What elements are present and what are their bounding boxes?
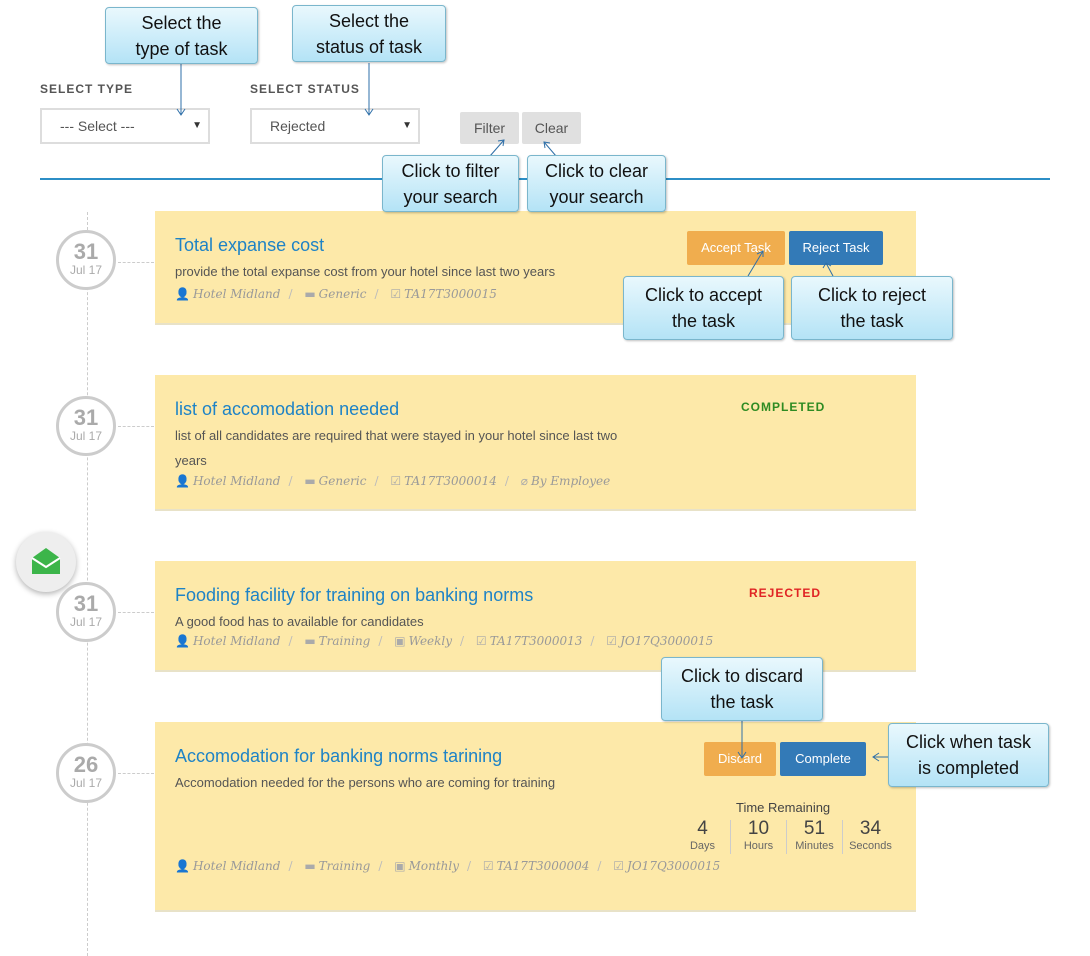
arrow-line <box>489 139 505 157</box>
callout-filter: Click to filter your search <box>382 155 519 212</box>
callout-clear: Click to clear your search <box>527 155 666 212</box>
callout-text: type of task <box>135 39 228 59</box>
callout-text: Click to clear <box>544 161 649 181</box>
callout-select-type: Select the type of task <box>105 7 258 64</box>
callout-text: the task <box>840 311 904 331</box>
callout-reject: Click to reject the task <box>791 276 953 340</box>
callout-text: your search <box>403 187 498 207</box>
callout-text: Click to reject <box>817 285 927 305</box>
callout-text: status of task <box>315 37 423 57</box>
callout-accept: Click to accept the task <box>623 276 784 340</box>
callout-text: Click to accept <box>644 285 763 305</box>
callout-text: Select the <box>141 13 222 33</box>
callout-text: is completed <box>917 758 1020 778</box>
callout-text: Click when task <box>905 732 1032 752</box>
arrow-line <box>543 141 557 157</box>
callout-text: your search <box>549 187 644 207</box>
callout-text: Select the <box>328 11 410 31</box>
callout-discard: Click to discard the task <box>661 657 823 721</box>
callout-text: the task <box>671 311 736 331</box>
callout-text: Click to filter <box>401 161 500 181</box>
callout-arrows <box>176 63 888 762</box>
callout-text: Click to discard <box>680 666 804 686</box>
callout-select-status: Select the status of task <box>292 5 446 62</box>
arrow-line <box>747 250 764 277</box>
callout-text: the task <box>710 692 774 712</box>
callout-complete: Click when task is completed <box>888 723 1049 787</box>
